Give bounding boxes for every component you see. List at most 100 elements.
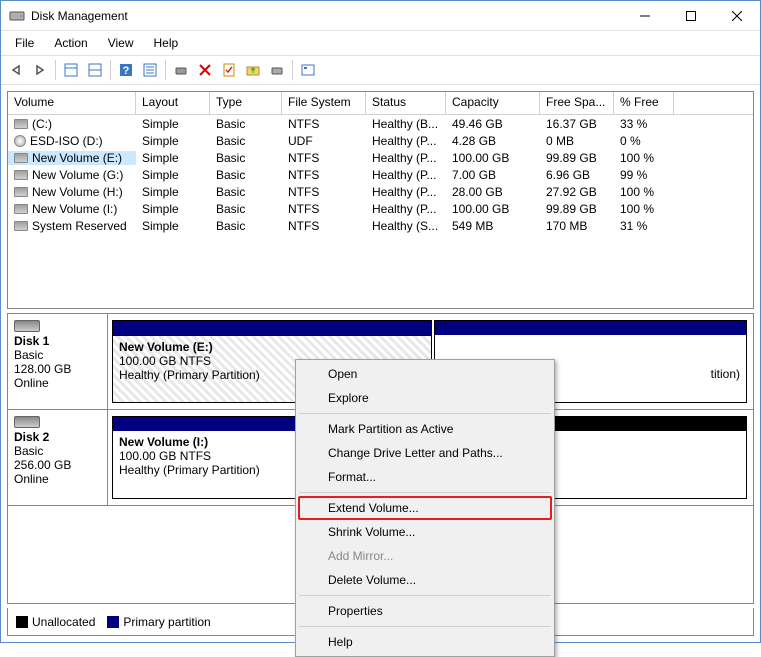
ctx-properties[interactable]: Properties <box>298 599 552 623</box>
volume-list[interactable]: Volume Layout Type File System Status Ca… <box>7 91 754 309</box>
disk-1-type: Basic <box>14 348 43 362</box>
volume-cell-type: Basic <box>210 168 282 182</box>
header-volume[interactable]: Volume <box>8 92 136 114</box>
svg-text:?: ? <box>123 65 130 77</box>
settings-button[interactable] <box>139 59 161 81</box>
disk-icon <box>14 170 28 180</box>
volume-cell-name: New Volume (G:) <box>8 168 136 182</box>
app-icon <box>9 8 25 24</box>
window-title: Disk Management <box>31 9 622 23</box>
volume-row[interactable]: New Volume (G:)SimpleBasicNTFSHealthy (P… <box>8 166 753 183</box>
action-tool-button[interactable] <box>242 59 264 81</box>
disk-icon <box>14 320 40 332</box>
volume-cell-fs: NTFS <box>282 202 366 216</box>
disk-1-state: Online <box>14 376 49 390</box>
volume-row[interactable]: New Volume (I:)SimpleBasicNTFSHealthy (P… <box>8 200 753 217</box>
view-top-button[interactable] <box>60 59 82 81</box>
menu-view[interactable]: View <box>100 34 142 52</box>
volume-cell-layout: Simple <box>136 134 210 148</box>
menu-action[interactable]: Action <box>46 34 95 52</box>
maximize-icon <box>686 11 696 21</box>
help-button[interactable]: ? <box>115 59 137 81</box>
disk-2-label[interactable]: Disk 2 Basic 256.00 GB Online <box>8 410 108 505</box>
minimize-button[interactable] <box>622 1 668 31</box>
ctx-explore[interactable]: Explore <box>298 386 552 410</box>
wizard-tool-button[interactable] <box>266 59 288 81</box>
layout-icon <box>88 63 102 77</box>
volume-cell-status: Healthy (B... <box>366 117 446 131</box>
volume-cell-type: Basic <box>210 202 282 216</box>
disk-2-type: Basic <box>14 444 43 458</box>
menubar: File Action View Help <box>1 31 760 55</box>
volume-cell-pct: 99 % <box>614 168 674 182</box>
volume-cell-pct: 100 % <box>614 151 674 165</box>
delete-x-icon <box>198 63 212 77</box>
toolbar-separator <box>110 60 111 80</box>
header-capacity[interactable]: Capacity <box>446 92 540 114</box>
volume-cell-pct: 0 % <box>614 134 674 148</box>
check-sheet-icon <box>222 63 236 77</box>
properties-tool-button[interactable] <box>218 59 240 81</box>
grid-icon <box>64 63 78 77</box>
disk-1-label[interactable]: Disk 1 Basic 128.00 GB Online <box>8 314 108 409</box>
partition-right-suffix: tition) <box>711 367 740 381</box>
ctx-open[interactable]: Open <box>298 362 552 386</box>
volume-cell-fs: NTFS <box>282 185 366 199</box>
ctx-mark-active[interactable]: Mark Partition as Active <box>298 417 552 441</box>
disk-wizard-icon <box>270 63 284 77</box>
volume-cell-name: New Volume (I:) <box>8 202 136 216</box>
volume-row[interactable]: ESD-ISO (D:)SimpleBasicUDFHealthy (P...4… <box>8 132 753 149</box>
volume-cell-layout: Simple <box>136 168 210 182</box>
volume-row[interactable]: System ReservedSimpleBasicNTFSHealthy (S… <box>8 217 753 234</box>
volume-cell-name: System Reserved <box>8 219 136 233</box>
maximize-button[interactable] <box>668 1 714 31</box>
partition-i-title: New Volume (I:) <box>119 435 208 449</box>
volume-cell-status: Healthy (P... <box>366 168 446 182</box>
partition-i-status: Healthy (Primary Partition) <box>119 463 260 477</box>
partition-i-size: 100.00 GB NTFS <box>119 449 211 463</box>
volume-cell-pct: 100 % <box>614 185 674 199</box>
volume-cell-free: 170 MB <box>540 219 614 233</box>
disk-1-name: Disk 1 <box>14 334 49 348</box>
back-button[interactable] <box>5 59 27 81</box>
forward-button[interactable] <box>29 59 51 81</box>
volume-cell-status: Healthy (S... <box>366 219 446 233</box>
header-filesystem[interactable]: File System <box>282 92 366 114</box>
volume-row[interactable]: (C:)SimpleBasicNTFSHealthy (B...49.46 GB… <box>8 115 753 132</box>
options-tool-button[interactable] <box>297 59 319 81</box>
volume-cell-type: Basic <box>210 117 282 131</box>
volume-cell-type: Basic <box>210 185 282 199</box>
header-layout[interactable]: Layout <box>136 92 210 114</box>
context-menu: Open Explore Mark Partition as Active Ch… <box>295 359 555 657</box>
ctx-add-mirror[interactable]: Add Mirror... <box>298 544 552 568</box>
header-pctfree[interactable]: % Free <box>614 92 674 114</box>
volume-cell-pct: 33 % <box>614 117 674 131</box>
volume-cell-capacity: 549 MB <box>446 219 540 233</box>
menu-help[interactable]: Help <box>146 34 187 52</box>
volume-row[interactable]: New Volume (E:)SimpleBasicNTFSHealthy (P… <box>8 149 753 166</box>
toolbar-separator <box>292 60 293 80</box>
legend-swatch-black <box>16 616 28 628</box>
volume-cell-fs: NTFS <box>282 151 366 165</box>
ctx-shrink-volume[interactable]: Shrink Volume... <box>298 520 552 544</box>
ctx-extend-volume[interactable]: Extend Volume... <box>298 496 552 520</box>
close-button[interactable] <box>714 1 760 31</box>
refresh-button[interactable] <box>170 59 192 81</box>
menu-file[interactable]: File <box>7 34 42 52</box>
volume-cell-capacity: 49.46 GB <box>446 117 540 131</box>
volume-cell-layout: Simple <box>136 151 210 165</box>
toolbar: ? <box>1 55 760 85</box>
header-type[interactable]: Type <box>210 92 282 114</box>
volume-cell-name: New Volume (E:) <box>8 151 136 165</box>
volume-row[interactable]: New Volume (H:)SimpleBasicNTFSHealthy (P… <box>8 183 753 200</box>
disk-icon <box>14 119 28 129</box>
titlebar[interactable]: Disk Management <box>1 1 760 31</box>
ctx-format[interactable]: Format... <box>298 465 552 489</box>
header-status[interactable]: Status <box>366 92 446 114</box>
delete-tool-button[interactable] <box>194 59 216 81</box>
header-free[interactable]: Free Spa... <box>540 92 614 114</box>
ctx-delete-volume[interactable]: Delete Volume... <box>298 568 552 592</box>
ctx-change-letter[interactable]: Change Drive Letter and Paths... <box>298 441 552 465</box>
view-bottom-button[interactable] <box>84 59 106 81</box>
ctx-help[interactable]: Help <box>298 630 552 654</box>
